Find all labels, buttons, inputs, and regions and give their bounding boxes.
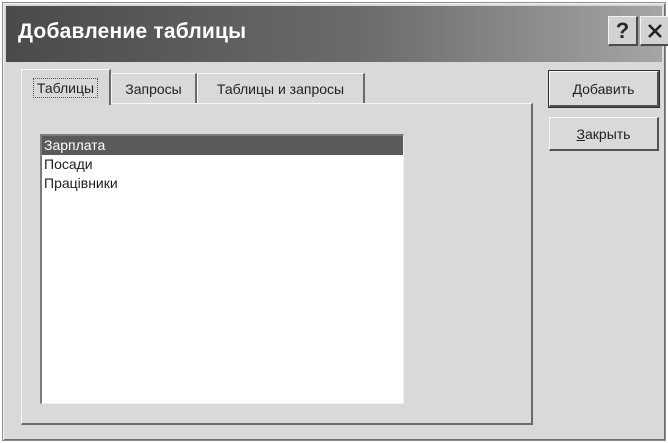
add-button-mnemonic: Д: [572, 80, 583, 97]
tab-label: Запросы: [125, 80, 182, 97]
dialog-title: Добавление таблицы: [18, 20, 247, 43]
tab-panel: Зарплата Посади Працівники: [21, 103, 533, 425]
help-icon: ?: [615, 17, 630, 43]
list-item[interactable]: Посади: [42, 155, 403, 174]
close-button-label: акрыть: [585, 125, 631, 142]
tab-queries[interactable]: Запросы: [111, 73, 197, 103]
title-bar: Добавление таблицы ?: [6, 6, 668, 62]
close-button-mnemonic: З: [576, 125, 585, 142]
tab-tables[interactable]: Таблицы: [21, 69, 111, 105]
close-button[interactable]: Закрыть: [549, 117, 659, 151]
close-icon: [647, 23, 662, 38]
close-window-button[interactable]: [640, 16, 668, 46]
list-item[interactable]: Працівники: [42, 174, 403, 193]
tab-tables-and-queries[interactable]: Таблицы и запросы: [197, 73, 365, 103]
add-table-dialog: Добавление таблицы ? Таблицы Запросы Таб…: [2, 2, 668, 441]
add-button[interactable]: Добавить: [548, 70, 660, 108]
help-button[interactable]: ?: [608, 16, 638, 46]
tab-label: Таблицы и запросы: [216, 80, 345, 97]
list-item[interactable]: Зарплата: [42, 136, 403, 155]
table-list[interactable]: Зарплата Посади Працівники: [40, 134, 404, 404]
tab-label: Таблицы: [32, 77, 99, 98]
add-button-label: обавить: [582, 80, 635, 97]
